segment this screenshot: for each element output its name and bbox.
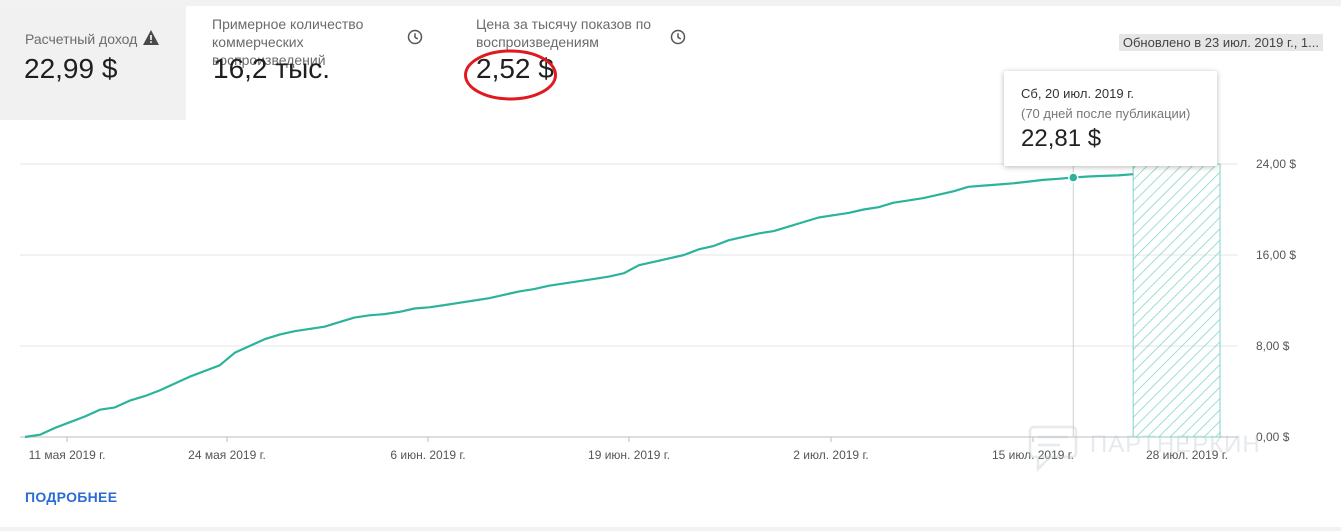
highlight-point[interactable] xyxy=(1068,172,1079,183)
tooltip-subtitle: (70 дней после публикации) xyxy=(1021,106,1191,121)
x-tick-label: 2 июл. 2019 г. xyxy=(793,448,868,462)
series-line xyxy=(24,173,1134,439)
x-tick-label: 11 мая 2019 г. xyxy=(29,448,106,462)
chart-tooltip: Сб, 20 июл. 2019 г. (70 дней после публи… xyxy=(1004,71,1217,166)
y-tick-label: 24,00 $ xyxy=(1256,157,1296,171)
tooltip-date: Сб, 20 июл. 2019 г. xyxy=(1021,86,1134,101)
x-tick-label: 24 мая 2019 г. xyxy=(188,448,266,462)
watermark-logo: ПАРТНЕРКИН xyxy=(1028,423,1298,473)
more-details-link[interactable]: ПОДРОБНЕЕ xyxy=(25,489,117,505)
tooltip-value: 22,81 $ xyxy=(1021,125,1102,152)
bottom-divider xyxy=(0,527,1341,531)
y-tick-label: 16,00 $ xyxy=(1256,248,1296,262)
y-tick-label: 8,00 $ xyxy=(1256,339,1290,353)
projection-hatched-area xyxy=(1132,163,1221,438)
x-tick-label: 6 июн. 2019 г. xyxy=(390,448,465,462)
x-tick-label: 19 июн. 2019 г. xyxy=(588,448,670,462)
watermark-text: ПАРТНЕРКИН xyxy=(1090,431,1261,458)
